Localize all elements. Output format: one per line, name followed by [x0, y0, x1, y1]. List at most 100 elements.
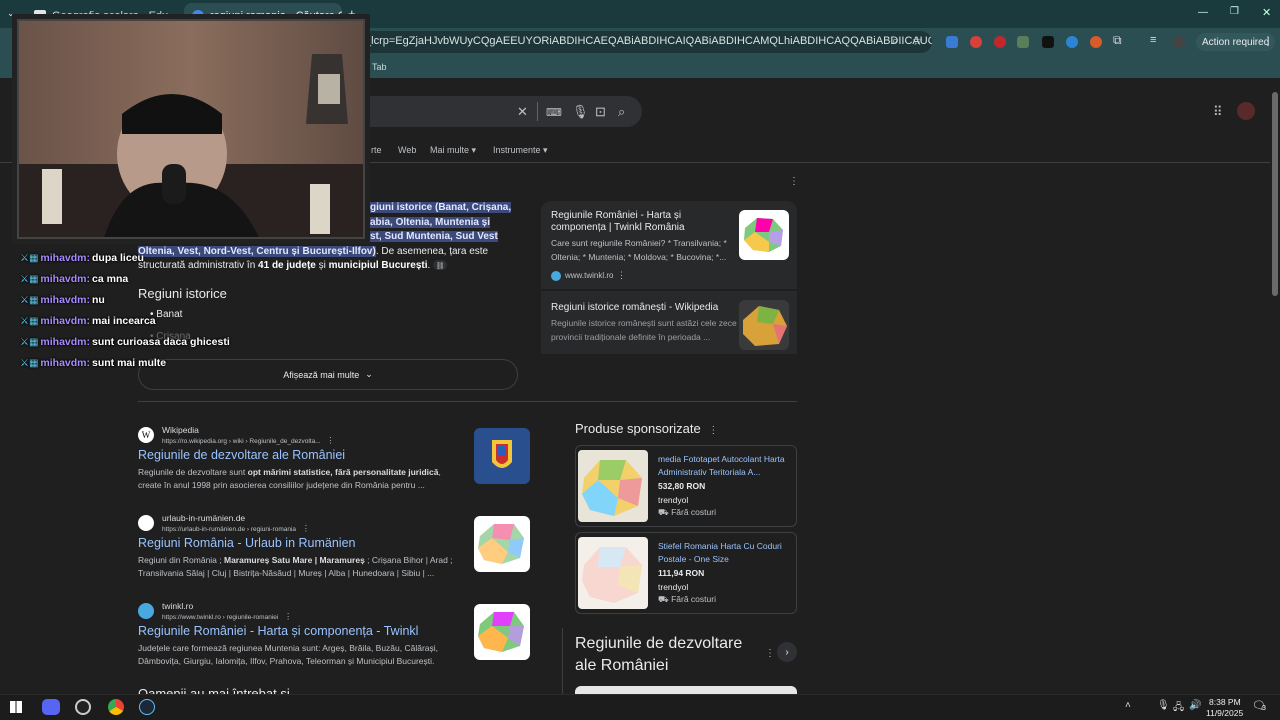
chevron-right-icon: › [785, 646, 789, 658]
sponsored-menu-icon[interactable]: ⋮ [708, 425, 718, 436]
chat-text: dupa liceu [92, 252, 144, 264]
network-icon[interactable]: 🖧 [1173, 700, 1184, 717]
source-site: www.twinkl.ro [565, 271, 614, 280]
scrollbar-thumb[interactable] [1272, 92, 1278, 296]
minimize-icon[interactable]: — [1198, 7, 1208, 18]
snippet-bold: opt mărimi statistice, fără personalitat… [247, 467, 439, 477]
aio-menu-icon[interactable]: ⋮ [789, 176, 799, 187]
chat-message: ⚔▦ mihavdm: ca mna [20, 273, 128, 285]
result-url-text: https://ro.wikipedia.org › wiki › Regiun… [162, 438, 321, 445]
result-url-text: https://www.twinkl.ro › regiunile-romani… [162, 614, 279, 621]
clock-date[interactable]: 11/9/2025 [1206, 708, 1243, 718]
keyboard-icon[interactable]: ⌨ [546, 106, 562, 119]
result-title[interactable]: Regiunile de dezvoltare ale României [138, 448, 345, 462]
bookmark-item[interactable]: Tab [372, 62, 387, 72]
tray-mic-icon[interactable]: 🎙 [1157, 700, 1170, 711]
extension-off-icon[interactable] [1017, 36, 1029, 48]
volume-icon[interactable]: 🔊 [1189, 700, 1201, 711]
search-result[interactable]: W Wikipedia https://ro.wikipedia.org › w… [138, 425, 458, 495]
result-url-text: https://urlaub-in-rumänien.de › regiuni-… [162, 526, 297, 533]
wikipedia-map-thumbnail [739, 300, 789, 350]
product-card[interactable]: media Fototapet Autocolant Harta Adminis… [575, 445, 797, 527]
aio-bold: municipiul București [328, 260, 428, 271]
windows-taskbar: ˄ 🎙 🖧 🔊 8:38 PM 11/9/2025 🗨 3 [0, 694, 1280, 720]
close-window-icon[interactable]: ✕ [1262, 6, 1271, 19]
action-required-label: Action required [1202, 36, 1270, 48]
windows-start-icon[interactable] [10, 701, 22, 713]
sword-badge-icon: ⚔▦ [20, 273, 39, 285]
result-title[interactable]: Regiunile României - Harta și componența… [138, 624, 418, 638]
profile-avatar[interactable] [1173, 36, 1185, 48]
coat-of-arms-thumbnail [474, 428, 530, 484]
extension-pin-icon[interactable] [994, 36, 1006, 48]
chrome-app-icon[interactable] [108, 699, 124, 715]
source-menu-icon[interactable]: ⋮ [617, 270, 626, 281]
product-store: trendyol [658, 495, 689, 505]
menu-kebab-icon[interactable]: ⋮ [1262, 34, 1274, 48]
zoom-icon[interactable]: ⌕ [892, 35, 898, 48]
address-bar[interactable]: omania&gs_lcrp=EgZjaHJvbWUyCQgAEEUYORiAB… [300, 31, 932, 53]
chat-username: mihavdm: [40, 315, 91, 327]
kp-menu-icon[interactable]: ⋮ [765, 648, 775, 659]
aio-text-span: . [427, 260, 431, 271]
result-menu-icon[interactable]: ⋮ [326, 436, 334, 445]
account-avatar[interactable] [1237, 102, 1255, 120]
obs-app-icon[interactable] [75, 699, 91, 715]
sword-badge-icon: ⚔▦ [20, 294, 39, 306]
extension-wave-icon[interactable] [946, 36, 958, 48]
aio-highlight: abia, Oltenia, Muntenia și [370, 216, 491, 228]
section-divider [138, 401, 797, 402]
clock-time[interactable]: 8:38 PM [1209, 697, 1241, 707]
search-icon[interactable]: ⌕ [618, 104, 625, 120]
reading-list-icon[interactable]: ≡ [1150, 34, 1156, 46]
chat-message: ⚔▦ mihavdm: nu [20, 294, 105, 306]
chevron-down-icon: ▾ [471, 145, 477, 155]
product-card[interactable]: Stiefel Romania Harta Cu Coduri Postale … [575, 532, 797, 614]
clear-icon[interactable]: ✕ [517, 104, 528, 120]
result-title[interactable]: Regiuni România - Urlaub in Rumänien [138, 536, 355, 550]
product-title: media Fototapet Autocolant Harta Adminis… [658, 454, 785, 477]
sword-badge-icon: ⚔▦ [20, 252, 39, 264]
apps-grid-icon[interactable]: ⠿ [1213, 104, 1223, 120]
extensions-puzzle-icon[interactable]: ⧉ [1113, 33, 1122, 48]
filter-more[interactable]: Mai multe ▾ [430, 145, 476, 156]
filter-images[interactable]: rte [371, 145, 382, 155]
extension-red-icon[interactable] [970, 36, 982, 48]
snippet-bold: Maramureș Satu Mare | Maramureș [224, 555, 365, 565]
source-desc: Care sunt regiunile României? * Transilv… [551, 238, 727, 262]
product-shipping: ⛟ Fără costuri [658, 507, 716, 519]
twinkl-map-thumbnail [739, 210, 789, 260]
search-result[interactable]: urlaub-in-rumänien.de https://urlaub-in-… [138, 513, 458, 583]
sword-badge-icon: ⚔▦ [20, 315, 39, 327]
show-more-button[interactable]: Afișează mai multe ⌄ [138, 359, 518, 390]
result-menu-icon[interactable]: ⋮ [284, 612, 292, 621]
extension-chart-icon[interactable] [1042, 36, 1054, 48]
product-price: 111,94 RON [658, 568, 705, 578]
chat-message: ⚔▦ mihavdm: sunt mai multe [20, 357, 166, 369]
chevron-down-icon: ⌄ [365, 369, 373, 379]
chat-username: mihavdm: [40, 294, 91, 306]
source-title: Regiuni istorice românești - Wikipedia [551, 302, 719, 313]
maximize-icon[interactable]: ❐ [1230, 6, 1239, 17]
panel-divider [562, 628, 563, 694]
kp-image-strip [575, 686, 797, 694]
extension-fire-icon[interactable] [1090, 36, 1102, 48]
next-arrow-button[interactable]: › [777, 642, 797, 662]
chat-message: ⚔▦ mihavdm: mai incearca [20, 315, 156, 327]
microphone-icon[interactable]: 🎙 [572, 104, 589, 120]
snippet-text: Regiunile de dezvoltare sunt [138, 467, 248, 477]
filter-tools-label: Instrumente [493, 145, 541, 155]
bookmark-star-icon[interactable]: ☆ [912, 34, 923, 48]
aio-highlight: st, Sud Muntenia, Sud Vest [370, 231, 498, 242]
tray-chevron-icon[interactable]: ˄ [1125, 700, 1131, 711]
result-url: https://www.twinkl.ro › regiunile-romani… [162, 612, 292, 621]
lens-camera-icon[interactable]: ⊡ [595, 104, 606, 120]
extension-shield-icon[interactable] [1066, 36, 1078, 48]
filter-tools[interactable]: Instrumente ▾ [493, 145, 548, 156]
discord-app-icon[interactable] [42, 699, 60, 715]
steam-app-icon[interactable] [139, 699, 155, 715]
link-icon[interactable]: ⛓ [433, 260, 448, 270]
filter-web[interactable]: Web [398, 145, 416, 155]
result-menu-icon[interactable]: ⋮ [302, 524, 310, 533]
search-result[interactable]: twinkl.ro https://www.twinkl.ro › regiun… [138, 601, 458, 671]
